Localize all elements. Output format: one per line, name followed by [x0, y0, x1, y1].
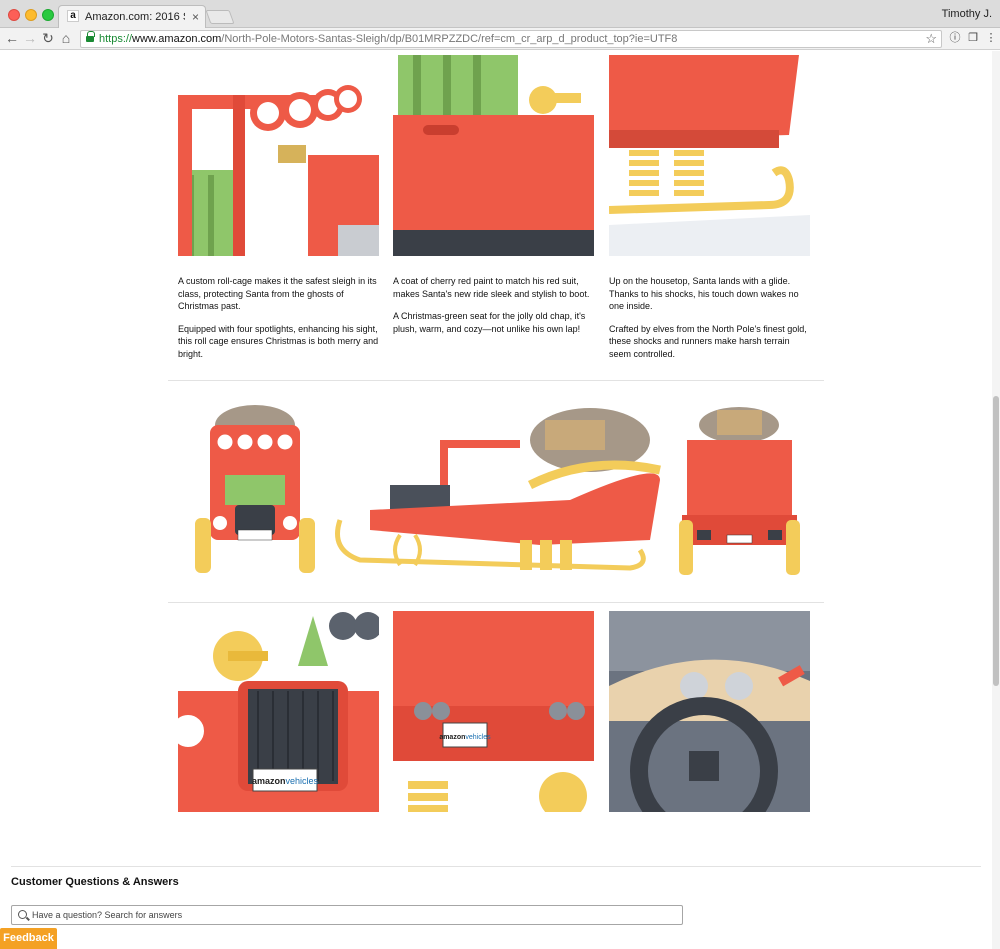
- browser-tab-bar: a Amazon.com: 2016 Santa's Sl × Timothy …: [0, 0, 1000, 28]
- url-text: https://www.amazon.com/North-Pole-Motors…: [99, 33, 678, 45]
- caption-paragraph: Up on the housetop, Santa lands with a g…: [609, 276, 799, 311]
- exhaust-image: amazonvehicles: [393, 611, 594, 812]
- caption-paragraph: A Christmas-green seat for the jolly old…: [393, 311, 586, 334]
- scrollbar[interactable]: [992, 51, 1000, 949]
- new-tab-button[interactable]: [205, 10, 235, 24]
- side-view-image: [330, 400, 670, 580]
- minimize-window-button[interactable]: [25, 9, 37, 21]
- qa-search-box[interactable]: [11, 905, 683, 925]
- maximize-window-button[interactable]: [42, 9, 54, 21]
- tab-close-icon[interactable]: ×: [192, 10, 199, 24]
- front-view-image: [190, 400, 320, 580]
- feedback-button[interactable]: Feedback: [0, 928, 57, 949]
- reload-icon[interactable]: ↻: [40, 30, 56, 46]
- section-divider: [11, 866, 981, 867]
- close-window-button[interactable]: [8, 9, 20, 21]
- steering-wheel-image: [609, 611, 810, 812]
- arrow-right-icon[interactable]: →: [22, 30, 38, 46]
- extension-icon[interactable]: ❐: [966, 31, 980, 45]
- bookmark-star-icon[interactable]: ☆: [925, 31, 937, 47]
- caption-paragraph: Crafted by elves from the North Pole's f…: [609, 323, 807, 359]
- profile-name[interactable]: Timothy J.: [942, 8, 992, 20]
- home-icon[interactable]: ⌂: [58, 30, 74, 46]
- menu-icon[interactable]: ⋮: [984, 31, 998, 45]
- section-divider: [168, 380, 824, 381]
- grille-image: amazonvehicles: [178, 611, 379, 812]
- qa-section-title: Customer Questions & Answers: [11, 876, 179, 888]
- arrow-left-icon[interactable]: ←: [4, 30, 20, 46]
- red-paint-image: [393, 55, 594, 256]
- lock-icon: [86, 31, 95, 43]
- scrollbar-thumb[interactable]: [993, 396, 999, 686]
- caption-paragraph: Equipped with four spotlights, enhancing…: [178, 323, 379, 359]
- svg-text:amazonvehicles: amazonvehicles: [439, 734, 491, 741]
- rollcage-image: [178, 55, 379, 256]
- address-bar[interactable]: https://www.amazon.com/North-Pole-Motors…: [80, 30, 942, 48]
- browser-toolbar: ← → ↻ ⌂ https://www.amazon.com/North-Pol…: [0, 28, 1000, 50]
- search-icon: [18, 910, 27, 919]
- caption-paragraph: A coat of cherry red paint to match his …: [393, 276, 590, 299]
- tab-title: Amazon.com: 2016 Santa's Sl: [85, 11, 185, 23]
- rear-view-image: [677, 400, 802, 580]
- info-icon[interactable]: ⓘ: [948, 31, 962, 45]
- section-divider: [168, 602, 824, 603]
- qa-search-input[interactable]: [32, 907, 672, 923]
- caption-paragraph: A custom roll-cage makes it the safest s…: [178, 276, 377, 311]
- shocks-image: [609, 55, 810, 256]
- feature-caption-rollcage: A custom roll-cage makes it the safest s…: [178, 275, 382, 370]
- amazon-favicon-icon: a: [67, 10, 79, 22]
- feature-caption-shocks: Up on the housetop, Santa lands with a g…: [609, 275, 813, 370]
- feature-caption-paint: A coat of cherry red paint to match his …: [393, 275, 597, 345]
- browser-tab[interactable]: a Amazon.com: 2016 Santa's Sl ×: [58, 5, 206, 28]
- svg-text:amazonvehicles: amazonvehicles: [252, 776, 319, 786]
